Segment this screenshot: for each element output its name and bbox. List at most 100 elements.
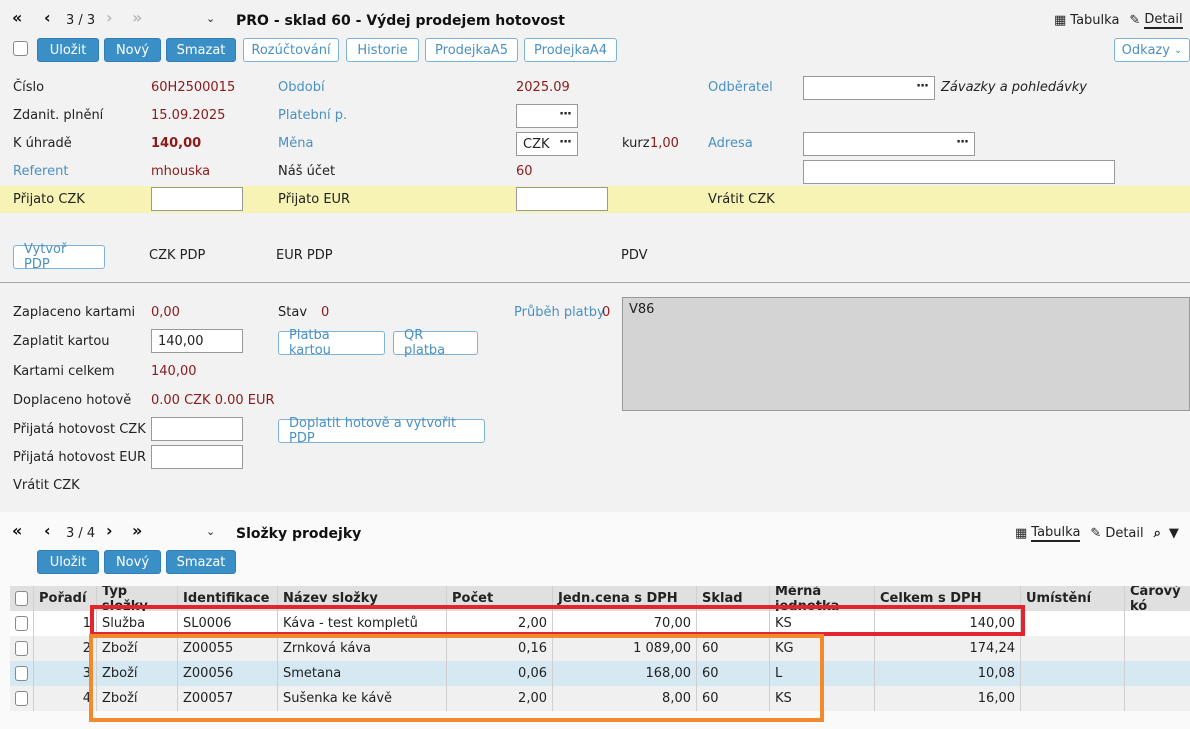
row-checkbox[interactable] (15, 691, 28, 706)
table-view-icon[interactable]: ▦ (1054, 13, 1066, 28)
cell-total: 10,08 (875, 661, 1021, 686)
last-record-icon[interactable]: » (132, 8, 142, 27)
received-eur-input[interactable] (516, 187, 608, 211)
payment-progress-value: 0 (602, 305, 611, 320)
address-link[interactable]: Adresa (708, 136, 753, 151)
create-pdp-button[interactable]: Vytvoř PDP (13, 242, 105, 272)
links-dropdown[interactable]: Odkazy ⌄ (1114, 38, 1190, 62)
edit-icon[interactable]: ✎ (1090, 526, 1101, 541)
col-order[interactable]: Pořadí (34, 586, 97, 611)
allocation-button[interactable]: Rozúčtování (243, 38, 339, 62)
tab-detail[interactable]: Detail (1144, 12, 1183, 29)
currency-link[interactable]: Měna (278, 136, 313, 151)
cash-paid-label: Doplaceno hotově (13, 393, 132, 408)
filter-icon[interactable]: ▼ (1169, 526, 1179, 541)
czk-pdp-label: CZK PDP (149, 248, 206, 263)
items-tab-detail[interactable]: Detail (1105, 526, 1143, 541)
pdv-label: PDV (621, 248, 648, 263)
chevron-down-icon[interactable]: ⌄ (206, 12, 215, 25)
number-label: Číslo (13, 80, 45, 95)
first-record-icon[interactable]: « (12, 8, 22, 27)
items-pager: 3 / 4 (66, 526, 96, 541)
chevron-down-icon: ⌄ (1173, 44, 1183, 56)
cash-eur-label: Přijatá hotovost EUR (13, 450, 146, 465)
pay-card-label: Zaplatit kartou (13, 334, 110, 349)
customer-field[interactable]: ··· (803, 76, 935, 100)
items-delete-button[interactable]: Smazat (166, 550, 236, 574)
cash-eur-input[interactable] (151, 445, 243, 469)
search-icon[interactable]: ⌕ (1154, 526, 1161, 541)
receipt-a5-button[interactable]: ProdejkaA5 (425, 38, 518, 62)
last-item-icon[interactable]: » (132, 521, 142, 540)
more-icon[interactable]: ··· (956, 135, 969, 150)
delete-button[interactable]: Smazat (166, 38, 236, 62)
currency-field[interactable]: CZK ··· (516, 132, 578, 156)
table-view-icon[interactable]: ▦ (1015, 526, 1027, 541)
next-record-icon[interactable]: › (106, 8, 113, 27)
card-payment-button[interactable]: Platba kartou (278, 328, 385, 358)
new-button[interactable]: Nový (104, 38, 161, 62)
more-icon[interactable]: ··· (559, 135, 572, 150)
address-field[interactable]: ··· (803, 132, 975, 156)
row-checkbox[interactable] (15, 616, 28, 631)
more-icon[interactable]: ··· (559, 107, 572, 122)
prev-record-icon[interactable]: ‹ (44, 8, 51, 27)
payment-progress-link[interactable]: Průběh platby (514, 305, 605, 320)
items-new-button[interactable]: Nový (104, 550, 161, 574)
save-button[interactable]: Uložit (37, 38, 99, 62)
items-save-button[interactable]: Uložit (37, 550, 99, 574)
liabilities-text: Závazky a pohledávky (941, 80, 1087, 95)
prev-item-icon[interactable]: ‹ (44, 521, 51, 540)
address-line-2-field[interactable] (803, 160, 1115, 184)
tab-table[interactable]: Tabulka (1070, 13, 1119, 28)
record-pager: 3 / 3 (66, 13, 96, 28)
received-czk-input[interactable] (151, 187, 243, 211)
currency-value: CZK (523, 136, 550, 152)
cell-order: 2 (34, 636, 97, 661)
select-checkbox[interactable] (13, 41, 28, 56)
paid-cards-label: Zaplaceno kartami (13, 305, 136, 320)
referent-link[interactable]: Referent (13, 164, 68, 179)
row-checkbox[interactable] (15, 641, 28, 656)
cash-czk-label: Přijatá hotovost CZK (13, 422, 146, 437)
taxdate-label: Zdanit. plnění (13, 108, 104, 123)
more-icon[interactable]: ··· (916, 79, 929, 94)
customer-link[interactable]: Odběratel (708, 80, 773, 95)
qr-payment-button[interactable]: QR platba (393, 328, 478, 358)
edit-icon[interactable]: ✎ (1129, 13, 1140, 28)
account-value: 60 (516, 164, 533, 179)
cards-total-label: Kartami celkem (13, 364, 115, 379)
chevron-down-icon[interactable]: ⌄ (206, 525, 215, 538)
items-tab-table[interactable]: Tabulka (1031, 525, 1081, 542)
receipt-a4-button[interactable]: ProdejkaA4 (524, 38, 617, 62)
payment-method-link[interactable]: Platební p. (278, 108, 347, 123)
payment-method-field[interactable]: ··· (516, 104, 578, 128)
select-all-checkbox[interactable] (15, 591, 28, 606)
payment-log-box: V86 (622, 297, 1190, 411)
state-value: 0 (321, 305, 330, 320)
payment-log-text: V86 (629, 302, 655, 317)
cell-total: 16,00 (875, 686, 1021, 711)
period-link[interactable]: Období (278, 80, 325, 95)
items-title: Složky prodejky (236, 526, 362, 542)
cell-order: 1 (34, 611, 97, 636)
state-label: Stav (278, 305, 308, 320)
col-barcode[interactable]: Čárový kó (1125, 586, 1190, 611)
return-czk-label-2: Vrátit CZK (13, 478, 80, 493)
pay-card-input[interactable]: 140,00 (151, 329, 243, 353)
pay-card-value: 140,00 (158, 333, 204, 349)
next-item-icon[interactable]: › (106, 521, 113, 540)
cell-location (1021, 636, 1125, 661)
cell-barcode (1125, 686, 1190, 711)
cell-location (1021, 661, 1125, 686)
cash-pdp-button[interactable]: Doplatit hotově a vytvořit PDP (278, 416, 485, 446)
first-item-icon[interactable]: « (12, 521, 22, 540)
cell-barcode (1125, 636, 1190, 661)
col-location[interactable]: Umístění (1021, 586, 1125, 611)
cell-order: 4 (34, 686, 97, 711)
cash-czk-input[interactable] (151, 417, 243, 441)
highlight-box-orange (89, 634, 824, 722)
history-button[interactable]: Historie (346, 38, 419, 62)
row-checkbox[interactable] (15, 666, 28, 681)
cell-total: 174,24 (875, 636, 1021, 661)
